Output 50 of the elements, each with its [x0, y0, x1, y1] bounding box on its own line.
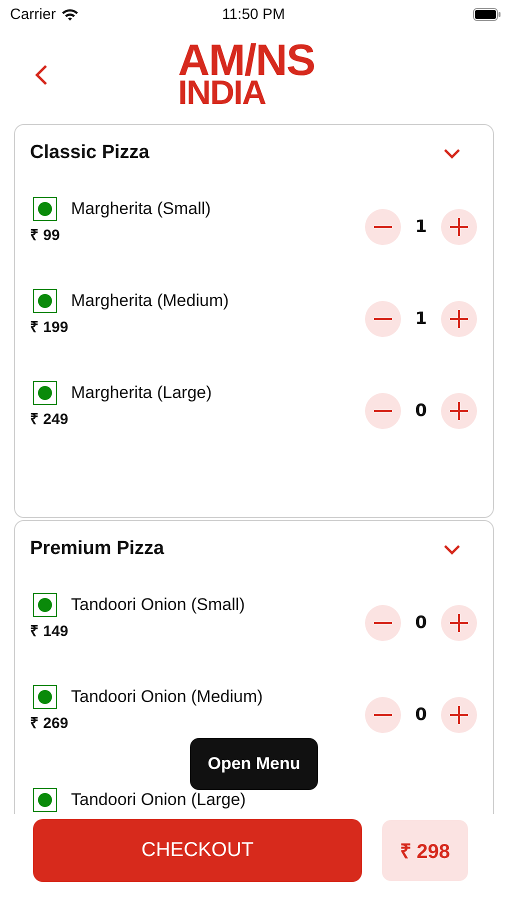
- minus-icon: [374, 409, 392, 413]
- item-price: ₹ 149: [30, 622, 70, 640]
- decrease-button[interactable]: [365, 697, 401, 733]
- logo-text: AM/NS: [178, 42, 315, 80]
- status-time: 11:50 PM: [222, 6, 286, 22]
- decrease-button[interactable]: [365, 605, 401, 641]
- minus-icon: [374, 317, 392, 321]
- quantity-value: 0: [415, 613, 427, 633]
- increase-button[interactable]: [441, 209, 477, 245]
- minus-icon: [374, 621, 392, 625]
- logo-text: INDIA: [178, 79, 266, 108]
- plus-icon: [450, 218, 468, 236]
- minus-icon: [374, 225, 392, 229]
- item-price: ₹ 99: [30, 226, 61, 244]
- chevron-icon[interactable]: [443, 544, 461, 554]
- quantity-value: 0: [415, 705, 427, 725]
- quantity-value: 1: [415, 309, 427, 329]
- increase-button[interactable]: [441, 301, 477, 337]
- decrease-button[interactable]: [365, 301, 401, 337]
- decrease-button[interactable]: [365, 209, 401, 245]
- item-price: ₹ 249: [30, 410, 70, 428]
- item-price: ₹ 269: [30, 714, 70, 732]
- cart-total: ₹ 298: [382, 820, 468, 880]
- increase-button[interactable]: [441, 697, 477, 733]
- section-title: Classic Pizza: [30, 142, 150, 164]
- quantity-value: 1: [415, 217, 427, 237]
- plus-icon: [450, 706, 468, 724]
- decrease-button[interactable]: [365, 393, 401, 429]
- minus-icon: [374, 713, 392, 717]
- item-name: Tandoori Onion (Medium): [71, 686, 263, 706]
- plus-icon: [450, 310, 468, 328]
- wifi-icon: [60, 8, 79, 20]
- back-icon[interactable]: [34, 64, 48, 86]
- item-name: Margherita (Large): [71, 382, 212, 402]
- item-price: ₹ 199: [30, 318, 70, 336]
- item-name: Tandoori Onion (Large): [71, 790, 246, 810]
- item-name: Margherita (Small): [71, 198, 211, 218]
- chevron-icon[interactable]: [443, 148, 461, 158]
- section-title: Premium Pizza: [30, 538, 164, 560]
- increase-button[interactable]: [441, 393, 477, 429]
- plus-icon: [450, 614, 468, 632]
- tooltip: Open Menu: [190, 738, 318, 790]
- item-name: Margherita (Medium): [71, 290, 229, 310]
- increase-button[interactable]: [441, 605, 477, 641]
- checkout-button[interactable]: CHECKOUT: [33, 818, 362, 882]
- plus-icon: [450, 402, 468, 420]
- carrier-name: Carrier: [10, 6, 56, 22]
- quantity-value: 0: [415, 401, 427, 421]
- item-name: Tandoori Onion (Small): [71, 594, 245, 614]
- battery-icon: [473, 8, 501, 20]
